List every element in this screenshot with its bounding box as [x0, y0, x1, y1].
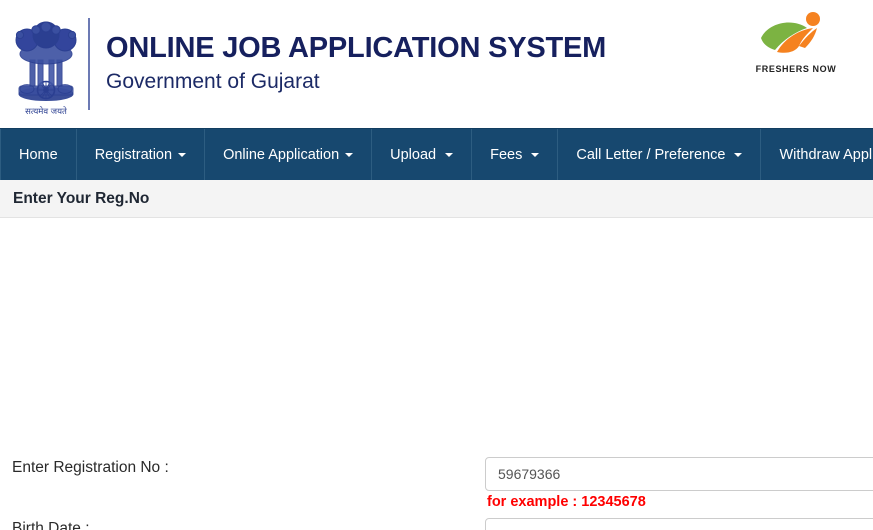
- ashoka-emblem-icon: सत्यमेव जयते: [10, 8, 82, 120]
- page-root: सत्यमेव जयते ONLINE JOB APPLICATION SYST…: [0, 0, 873, 530]
- site-header: सत्यमेव जयते ONLINE JOB APPLICATION SYST…: [0, 0, 873, 128]
- birth-date-label: Birth Date :: [12, 520, 90, 530]
- chevron-down-icon: [531, 152, 540, 157]
- registration-no-label: Enter Registration No :: [12, 459, 169, 476]
- nav-item-home[interactable]: Home: [0, 129, 77, 180]
- chevron-down-icon: [178, 152, 187, 157]
- nav-item-call-letter-preference[interactable]: Call Letter / Preference: [558, 129, 762, 180]
- chevron-down-icon: [445, 152, 454, 157]
- brand-name: FRESHERS NOW: [755, 64, 837, 74]
- registration-example-hint: for example : 12345678: [487, 494, 646, 510]
- birth-date-input[interactable]: [485, 518, 873, 530]
- nav-item-fees[interactable]: Fees: [472, 129, 559, 180]
- freshers-now-logo: FRESHERS NOW: [741, 8, 851, 86]
- chevron-down-icon: [345, 152, 354, 157]
- nav-item-label: Upload: [390, 146, 437, 163]
- nav-item-label: Home: [19, 146, 58, 163]
- nav-item-label: Withdraw Application: [779, 146, 873, 163]
- emblem-motto: सत्यमेव जयते: [25, 106, 67, 117]
- chevron-down-icon: [734, 152, 743, 157]
- nav-item-label: Call Letter / Preference: [576, 146, 726, 163]
- nav-item-label: Registration: [94, 146, 173, 163]
- nav-item-online-application[interactable]: Online Application: [205, 129, 373, 180]
- registration-no-input[interactable]: [485, 457, 873, 491]
- main-navigation: Home Registration Online Application Upl…: [0, 128, 873, 180]
- nav-item-registration[interactable]: Registration: [77, 129, 206, 180]
- nav-item-label: Fees: [490, 146, 523, 163]
- nav-item-withdraw-application[interactable]: Withdraw Application: [761, 129, 873, 180]
- nav-item-label: Online Application: [223, 146, 340, 163]
- panel-heading: Enter Your Reg.No: [0, 180, 873, 218]
- freshers-now-logo-icon: [761, 12, 820, 53]
- header-divider: [88, 18, 90, 110]
- nav-item-upload[interactable]: Upload: [372, 129, 473, 180]
- panel-heading-label: Enter Your Reg.No: [13, 189, 150, 207]
